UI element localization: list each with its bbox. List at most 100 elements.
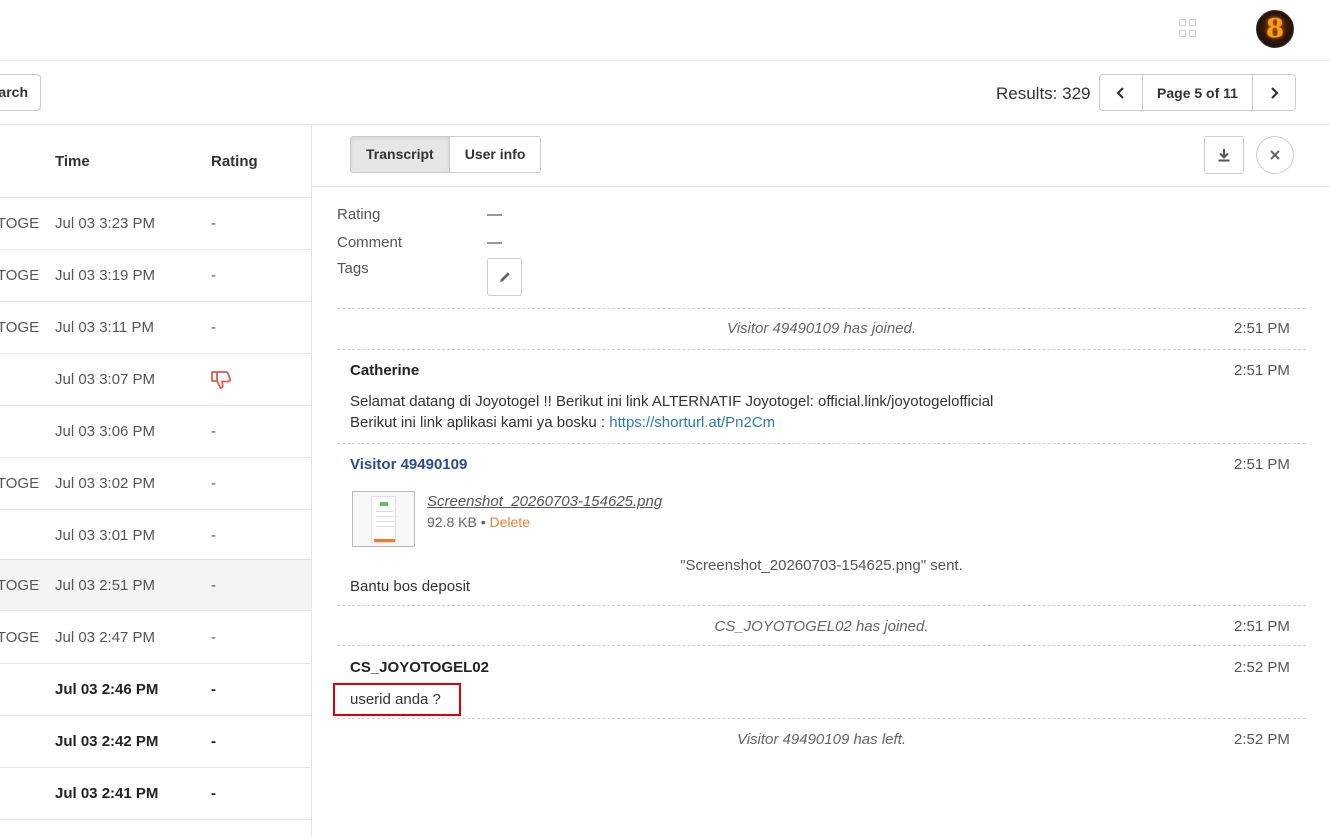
close-icon — [1270, 150, 1280, 160]
chat-list: Time Rating JOYOTOGE... Jul 03 3:23 PM -… — [0, 125, 312, 836]
row-rating: - — [211, 629, 216, 646]
avatar[interactable]: 8 — [1256, 10, 1294, 48]
list-item[interactable]: JOYOTOGE... Jul 03 3:02 PM - — [0, 458, 311, 510]
divider — [337, 645, 1306, 646]
row-time: Jul 03 3:23 PM — [55, 215, 156, 232]
rating-label: Rating — [337, 206, 381, 223]
row-name: JOYOTOGE... — [0, 629, 40, 646]
row-time: Jul 03 2:41 PM — [55, 785, 159, 802]
divider — [337, 443, 1306, 444]
pagination: Page 5 of 11 — [1099, 74, 1296, 111]
message-line-prefix: Berikut ini link aplikasi kami ya bosku … — [350, 414, 610, 431]
column-header-time[interactable]: Time — [55, 153, 90, 170]
divider — [337, 308, 1306, 309]
row-rating: - — [211, 215, 216, 232]
row-time: Jul 03 2:51 PM — [55, 577, 156, 594]
system-message: CS_JOYOTOGEL02 has joined. — [714, 618, 929, 635]
divider — [312, 186, 1330, 187]
divider — [337, 605, 1306, 606]
row-name: JOYOTOGE... — [0, 475, 40, 492]
row-rating: - — [211, 577, 216, 594]
row-time: Jul 03 3:02 PM — [55, 475, 156, 492]
pencil-icon — [499, 272, 510, 282]
divider — [337, 718, 1306, 719]
system-message: Visitor 49490109 has joined. — [726, 320, 917, 337]
row-time: Jul 03 2:47 PM — [55, 629, 156, 646]
shorturl-link[interactable]: https://shorturl.at/Pn2Cm — [609, 414, 775, 431]
chat-detail-panel: Transcript User info Rating — Comment — … — [312, 125, 1330, 836]
row-name: JOYOTOGE... — [0, 319, 40, 336]
list-item[interactable]: Jul 03 2:46 PM - — [0, 664, 311, 716]
row-rating: - — [211, 423, 216, 440]
message-line: Berikut ini link aplikasi kami ya bosku … — [350, 412, 993, 433]
list-item[interactable]: JOYOTOGE... Jul 03 2:47 PM - — [0, 612, 311, 664]
top-bar: 8 — [0, 0, 1330, 61]
next-page-button[interactable] — [1253, 75, 1295, 110]
row-time: Jul 03 3:01 PM — [55, 527, 156, 544]
message-text: Selamat datang di Joyotogel !! Berikut i… — [350, 391, 993, 433]
list-item[interactable]: Jul 03 3:07 PM — [0, 354, 311, 406]
list-item[interactable]: Jul 03 2:42 PM - — [0, 716, 311, 768]
tab-user-info[interactable]: User info — [448, 137, 541, 172]
prev-page-button[interactable] — [1100, 75, 1142, 110]
avatar-glyph: 8 — [1265, 14, 1285, 44]
grid-apps-icon[interactable] — [1179, 19, 1197, 37]
page-indicator[interactable]: Page 5 of 11 — [1142, 75, 1253, 110]
message-sender: Catherine — [350, 362, 420, 379]
delete-file-link[interactable]: Delete — [490, 514, 530, 530]
row-rating: - — [211, 733, 216, 750]
row-time: Jul 03 2:46 PM — [55, 681, 159, 698]
row-rating: - — [211, 475, 216, 492]
message-time: 2:51 PM — [1234, 320, 1290, 337]
list-item[interactable]: JOYOTOGE... Jul 03 3:23 PM - — [0, 198, 311, 250]
chevron-left-icon — [1116, 86, 1124, 99]
row-time: Jul 03 3:06 PM — [55, 423, 156, 440]
message-time: 2:52 PM — [1234, 731, 1290, 748]
file-thumbnail[interactable] — [352, 491, 415, 547]
file-sent-note: "Screenshot_20260703-154625.png" sent. — [680, 557, 963, 574]
list-item[interactable]: Jul 03 3:06 PM - — [0, 406, 311, 458]
list-item[interactable]: JOYOTOGE... Jul 03 3:19 PM - — [0, 250, 311, 302]
message-line: Selamat datang di Joyotogel !! Berikut i… — [350, 393, 994, 410]
message-sender: CS_JOYOTOGEL02 — [350, 659, 489, 676]
message-time: 2:51 PM — [1234, 618, 1290, 635]
file-name-link[interactable]: Screenshot_20260703-154625.png — [427, 493, 662, 510]
search-button[interactable]: Search — [0, 74, 41, 111]
divider — [337, 349, 1306, 350]
list-item[interactable]: Jul 03 2:41 PM - — [0, 768, 311, 820]
row-rating: - — [211, 527, 216, 544]
download-button[interactable] — [1204, 136, 1244, 174]
download-icon — [1218, 149, 1230, 162]
message-text: Bantu bos deposit — [350, 578, 471, 595]
chevron-right-icon — [1271, 86, 1279, 99]
row-rating: - — [211, 681, 216, 698]
results-count: Results: 329 — [996, 84, 1091, 103]
message-time: 2:51 PM — [1234, 362, 1290, 379]
row-rating: - — [211, 319, 216, 336]
row-time: Jul 03 3:19 PM — [55, 267, 156, 284]
row-time: Jul 03 2:42 PM — [55, 733, 159, 750]
row-name: JOYOTOGE... — [0, 215, 40, 232]
list-item[interactable]: JOYOTOGE... Jul 03 3:11 PM - — [0, 302, 311, 354]
tags-label: Tags — [337, 260, 369, 277]
list-item-selected[interactable]: JOYOTOGE... Jul 03 2:51 PM - — [0, 559, 311, 611]
thumbs-down-icon — [211, 371, 232, 389]
message-time: 2:51 PM — [1234, 456, 1290, 473]
edit-tags-button[interactable] — [487, 258, 522, 296]
row-time: Jul 03 3:11 PM — [55, 319, 154, 336]
system-message: Visitor 49490109 has left. — [736, 731, 906, 748]
row-time: Jul 03 3:07 PM — [55, 371, 156, 388]
comment-value: — — [487, 234, 502, 251]
tab-transcript[interactable]: Transcript — [351, 137, 449, 172]
file-size: 92.8 KB — [427, 514, 477, 530]
row-rating: - — [211, 267, 216, 284]
list-item[interactable]: Jul 03 3:01 PM - — [0, 510, 311, 562]
close-button[interactable] — [1256, 136, 1294, 174]
column-header-rating[interactable]: Rating — [211, 153, 258, 170]
row-name: JOYOTOGE... — [0, 267, 40, 284]
message-sender[interactable]: Visitor 49490109 — [350, 456, 467, 473]
list-header: Time Rating — [0, 125, 311, 198]
highlight-annotation — [333, 683, 461, 716]
thumbnail-preview — [371, 496, 396, 543]
rating-value: — — [487, 206, 502, 223]
